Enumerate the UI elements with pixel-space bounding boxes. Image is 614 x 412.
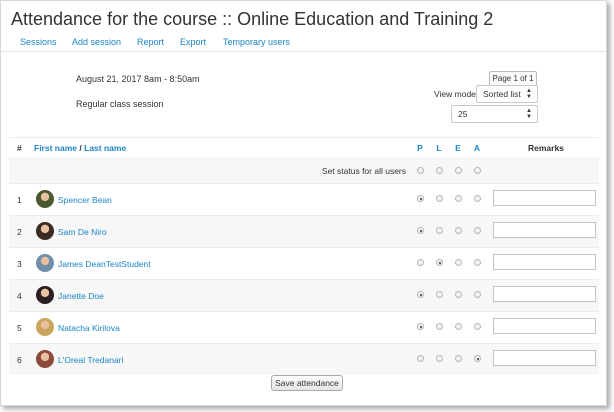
table-divider xyxy=(9,137,599,138)
status-radio-p[interactable] xyxy=(417,323,424,330)
remarks-input[interactable] xyxy=(493,190,596,206)
set-all-late-radio[interactable] xyxy=(436,167,443,174)
row-divider xyxy=(9,183,599,184)
status-radio-l[interactable] xyxy=(436,323,443,330)
status-radio-l[interactable] xyxy=(436,355,443,362)
row-number: 6 xyxy=(17,355,22,365)
sort-last-name-link[interactable]: Last name xyxy=(84,143,126,153)
status-radio-e[interactable] xyxy=(455,323,462,330)
row-number: 4 xyxy=(17,291,22,301)
header-status-present[interactable]: P xyxy=(415,143,425,153)
remarks-input[interactable] xyxy=(493,318,596,334)
row-number: 5 xyxy=(17,323,22,333)
status-radio-p[interactable] xyxy=(417,291,424,298)
session-description: Regular class session xyxy=(76,99,164,109)
status-radio-l[interactable] xyxy=(436,195,443,202)
status-radio-e[interactable] xyxy=(455,291,462,298)
save-attendance-button[interactable]: Save attendance xyxy=(271,375,343,391)
row-divider xyxy=(9,279,599,280)
set-all-excused-radio[interactable] xyxy=(455,167,462,174)
per-page-value: 25 xyxy=(458,109,468,119)
status-radio-p[interactable] xyxy=(417,355,424,362)
status-radio-a[interactable] xyxy=(474,195,481,202)
student-name-link[interactable]: Natacha Kirilova xyxy=(58,323,120,333)
status-radio-a[interactable] xyxy=(474,259,481,266)
row-divider xyxy=(9,343,599,344)
status-radio-e[interactable] xyxy=(455,195,462,202)
table-row: 6 L'Oreal Tredanari xyxy=(9,343,599,375)
row-divider xyxy=(9,247,599,248)
student-name-link[interactable]: Janette Doe xyxy=(58,291,104,301)
view-mode-select[interactable]: Sorted list ▲ ▼ xyxy=(476,85,538,103)
table-row: 3 James DeanTestStudent xyxy=(9,247,599,279)
status-radio-l[interactable] xyxy=(436,259,443,266)
table-row: 4 Janette Doe xyxy=(9,279,599,311)
status-radio-a[interactable] xyxy=(474,227,481,234)
view-mode-value: Sorted list xyxy=(483,89,521,99)
tab-add-session[interactable]: Add session xyxy=(72,37,121,47)
tab-temporary-users[interactable]: Temporary users xyxy=(223,37,290,47)
header-status-excused[interactable]: E xyxy=(453,143,463,153)
set-all-absent-radio[interactable] xyxy=(474,167,481,174)
tab-sessions[interactable]: Sessions xyxy=(20,37,57,47)
table-row: 5 Natacha Kirilova xyxy=(9,311,599,343)
tab-export[interactable]: Export xyxy=(180,37,206,47)
per-page-select[interactable]: 25 ▲ ▼ xyxy=(451,105,538,123)
set-status-row: Set status for all users xyxy=(9,157,599,183)
header-remarks: Remarks xyxy=(528,143,564,153)
student-name-link[interactable]: Sam De Niro xyxy=(58,227,107,237)
tab-bar: Sessions Add session Report Export Tempo… xyxy=(1,31,606,52)
tab-report[interactable]: Report xyxy=(137,37,164,47)
updown-arrows-icon: ▲ ▼ xyxy=(526,108,532,120)
row-divider xyxy=(9,311,599,312)
row-number: 2 xyxy=(17,227,22,237)
header-status-absent[interactable]: A xyxy=(472,143,482,153)
remarks-input[interactable] xyxy=(493,350,596,366)
status-radio-a[interactable] xyxy=(474,291,481,298)
avatar xyxy=(36,254,54,272)
header-name-separator: / xyxy=(79,143,82,153)
status-radio-a[interactable] xyxy=(474,355,481,362)
table-row: 2 Sam De Niro xyxy=(9,215,599,247)
status-radio-p[interactable] xyxy=(417,227,424,234)
row-divider xyxy=(9,215,599,216)
student-name-link[interactable]: L'Oreal Tredanari xyxy=(58,355,123,365)
view-mode-label: View mode xyxy=(434,89,476,99)
avatar xyxy=(36,222,54,240)
avatar xyxy=(36,350,54,368)
status-radio-l[interactable] xyxy=(436,291,443,298)
sort-first-name-link[interactable]: First name xyxy=(34,143,77,153)
avatar xyxy=(36,286,54,304)
student-name-link[interactable]: James DeanTestStudent xyxy=(58,259,151,269)
remarks-input[interactable] xyxy=(493,254,596,270)
remarks-input[interactable] xyxy=(493,222,596,238)
status-radio-e[interactable] xyxy=(455,259,462,266)
status-radio-l[interactable] xyxy=(436,227,443,234)
header-number: # xyxy=(17,143,22,153)
set-status-label: Set status for all users xyxy=(321,166,406,176)
header-name: First name / Last name xyxy=(34,143,126,153)
avatar xyxy=(36,190,54,208)
remarks-input[interactable] xyxy=(493,286,596,302)
status-radio-e[interactable] xyxy=(455,355,462,362)
table-row: 1 Spencer Bean xyxy=(9,183,599,215)
page-title: Attendance for the course :: Online Educ… xyxy=(11,9,494,29)
status-radio-p[interactable] xyxy=(417,195,424,202)
set-all-present-radio[interactable] xyxy=(417,167,424,174)
updown-arrows-icon: ▲ ▼ xyxy=(526,88,532,100)
avatar xyxy=(36,318,54,336)
header-status-late[interactable]: L xyxy=(434,143,444,153)
row-number: 1 xyxy=(17,195,22,205)
status-radio-e[interactable] xyxy=(455,227,462,234)
row-number: 3 xyxy=(17,259,22,269)
session-datetime: August 21, 2017 8am - 8:50am xyxy=(76,74,200,84)
attendance-window: Attendance for the course :: Online Educ… xyxy=(0,0,607,406)
status-radio-p[interactable] xyxy=(417,259,424,266)
student-name-link[interactable]: Spencer Bean xyxy=(58,195,112,205)
status-radio-a[interactable] xyxy=(474,323,481,330)
